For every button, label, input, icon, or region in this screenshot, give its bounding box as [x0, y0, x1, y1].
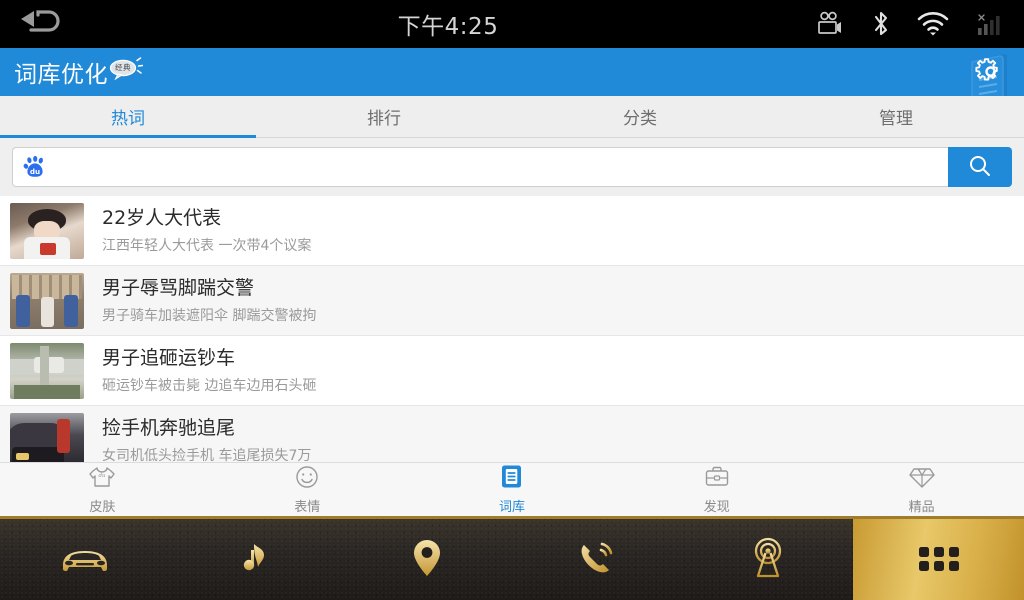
- nav-item-label: 皮肤: [89, 499, 116, 515]
- search-input[interactable]: [55, 150, 948, 184]
- list-item-thumbnail: [10, 272, 84, 329]
- list-item[interactable]: 男子辱骂脚踹交警 男子骑车加装遮阳伞 脚踹交警被拘: [0, 266, 1024, 336]
- phone-call-icon: [576, 538, 618, 582]
- tab-label: 排行: [367, 109, 401, 129]
- car-icon: [57, 539, 113, 581]
- bluetooth-icon: [872, 10, 890, 38]
- tab-ranking[interactable]: 排行: [256, 96, 512, 137]
- tab-category[interactable]: 分类: [512, 96, 768, 137]
- list-item-title: 捡手机奔驰追尾: [102, 417, 236, 440]
- status-time-wrap: 下午4:25: [80, 7, 816, 41]
- page-title-wrap: 词库优化 经典: [14, 55, 144, 89]
- list-item-thumbnail: [10, 342, 84, 399]
- list-item-subtitle: 江西年轻人大代表 一次带4个议案: [102, 237, 312, 254]
- back-arrow-icon[interactable]: [0, 9, 80, 39]
- music-note-icon: [236, 538, 276, 582]
- signal-bars-icon: [976, 11, 1006, 37]
- app-bottom-nav: du 皮肤 表情 词库 发现 精品: [0, 462, 1024, 516]
- radio-tower-icon: [747, 537, 789, 583]
- list-item-title: 22岁人大代表: [102, 207, 222, 230]
- tab-hotwords[interactable]: 热词: [0, 96, 256, 138]
- list-item-subtitle: 女司机低头捡手机 车追尾损失7万: [102, 447, 312, 462]
- list-item-subtitle: 男子骑车加装遮阳伞 脚踹交警被拘: [102, 307, 317, 324]
- nav-item-emoji[interactable]: 表情: [205, 463, 410, 516]
- tshirt-icon: du: [88, 465, 116, 493]
- nav-item-premium[interactable]: 精品: [819, 463, 1024, 516]
- search-button[interactable]: [948, 147, 1012, 187]
- search-field-wrap[interactable]: du: [12, 147, 948, 187]
- system-dock: [0, 516, 1024, 600]
- tab-manage[interactable]: 管理: [768, 96, 1024, 137]
- list-item-title: 男子追砸运钞车: [102, 347, 236, 370]
- dock-item-music[interactable]: [171, 519, 342, 600]
- list-item-texts: 捡手机奔驰追尾 女司机低头捡手机 车追尾损失7万: [102, 416, 311, 462]
- baidu-paw-icon: du: [23, 155, 47, 179]
- list-item-thumbnail: [10, 202, 84, 259]
- dock-item-car[interactable]: [0, 519, 171, 600]
- status-icons: [816, 10, 1024, 38]
- nav-item-label: 词库: [498, 500, 525, 515]
- grid-apps-icon: [915, 542, 963, 578]
- list-item-texts: 男子追砸运钞车 砸运钞车被击毙 边追车边用石头砸: [102, 346, 316, 395]
- dock-item-location[interactable]: [341, 519, 512, 600]
- tab-bar: 热词 排行 分类 管理: [0, 96, 1024, 138]
- nav-item-discover[interactable]: 发现: [614, 463, 819, 516]
- camcorder-icon: [816, 11, 846, 37]
- nav-item-skin[interactable]: du 皮肤: [0, 463, 205, 516]
- status-time: 下午4:25: [397, 14, 499, 40]
- location-pin-icon: [410, 537, 444, 583]
- list-item-title: 男子辱骂脚踹交警: [102, 277, 255, 300]
- svg-text:du: du: [99, 473, 107, 479]
- tab-label: 分类: [623, 109, 657, 129]
- classic-badge-text: 经典: [115, 63, 131, 72]
- list-item[interactable]: 男子追砸运钞车 砸运钞车被击毙 边追车边用石头砸: [0, 336, 1024, 406]
- dock-item-phone[interactable]: [512, 519, 683, 600]
- dock-item-apps[interactable]: [853, 519, 1024, 600]
- app-header: 词库优化 经典: [0, 48, 1024, 96]
- hotword-list[interactable]: 22岁人大代表 江西年轻人大代表 一次带4个议案 男子辱骂脚踹交警 男子骑车加装…: [0, 196, 1024, 462]
- tab-label: 热词: [111, 109, 145, 129]
- search-bar: du: [0, 138, 1024, 196]
- classic-badge: 经典: [109, 57, 144, 89]
- list-item-thumbnail: [10, 412, 84, 462]
- list-item-subtitle: 砸运钞车被击毙 边追车边用石头砸: [102, 377, 317, 394]
- list-item[interactable]: 22岁人大代表 江西年轻人大代表 一次带4个议案: [0, 196, 1024, 266]
- diamond-icon: [908, 465, 935, 493]
- nav-item-label: 表情: [294, 499, 321, 515]
- briefcase-icon: [703, 465, 731, 493]
- search-icon: [967, 153, 993, 182]
- screen: 下午4:25 词库优化 经典 热词 排行 分类 管理 du 22岁人大代表 江西…: [0, 0, 1024, 600]
- nav-item-label: 精品: [908, 499, 935, 515]
- tab-label: 管理: [879, 109, 913, 129]
- wifi-icon: [916, 11, 950, 37]
- nav-item-dictionary[interactable]: 词库: [410, 463, 615, 516]
- settings-button[interactable]: [966, 50, 1018, 96]
- list-item-texts: 男子辱骂脚踹交警 男子骑车加装遮阳伞 脚踹交警被拘: [102, 276, 316, 325]
- dock-item-radio[interactable]: [683, 519, 854, 600]
- svg-text:du: du: [30, 167, 40, 176]
- nav-item-label: 发现: [703, 499, 730, 515]
- list-item[interactable]: 捡手机奔驰追尾 女司机低头捡手机 车追尾损失7万: [0, 406, 1024, 462]
- system-status-bar: 下午4:25: [0, 0, 1024, 48]
- dictionary-book-icon: [500, 464, 524, 493]
- list-item-texts: 22岁人大代表 江西年轻人大代表 一次带4个议案: [102, 206, 311, 255]
- page-title: 词库优化: [14, 62, 108, 88]
- smiley-icon: [294, 465, 320, 493]
